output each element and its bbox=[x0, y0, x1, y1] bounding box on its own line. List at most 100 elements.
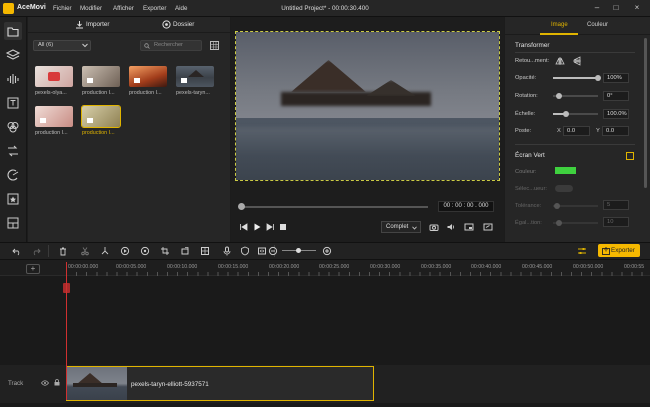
media-thumb-label: production I... bbox=[82, 130, 115, 136]
media-thumb-label: production I... bbox=[35, 130, 68, 136]
media-thumb-label: pexels-taryn... bbox=[176, 90, 210, 96]
chevron-down-icon bbox=[82, 43, 88, 48]
close-icon[interactable]: × bbox=[630, 2, 644, 14]
rotation-label: Rotation: bbox=[515, 93, 538, 99]
seekbar-handle[interactable] bbox=[238, 203, 245, 210]
record-voice-icon[interactable] bbox=[222, 246, 232, 256]
text-icon[interactable] bbox=[4, 94, 22, 112]
edge-slider-handle[interactable] bbox=[556, 220, 562, 226]
tab-color[interactable]: Couleur bbox=[587, 22, 608, 28]
scale-input[interactable]: 100.0% bbox=[603, 109, 629, 119]
templates-icon[interactable] bbox=[4, 214, 22, 232]
media-tabs bbox=[28, 17, 230, 33]
pos-x-input[interactable]: 0.0 bbox=[563, 126, 590, 136]
settings-sliders-icon[interactable] bbox=[577, 246, 587, 256]
import-button[interactable]: Importer bbox=[86, 18, 109, 31]
properties-scrollbar[interactable] bbox=[644, 38, 647, 188]
rotation-input[interactable]: 0° bbox=[603, 91, 629, 101]
color-picker-toggle[interactable] bbox=[555, 185, 573, 192]
video-preview[interactable] bbox=[235, 31, 500, 181]
video-icon bbox=[87, 118, 93, 123]
edge-input[interactable]: 10 bbox=[603, 217, 629, 227]
lock-icon[interactable] bbox=[54, 379, 60, 386]
stickers-icon[interactable] bbox=[4, 190, 22, 208]
ruler-tick-label: 00:00:00.000 bbox=[68, 264, 99, 270]
zoom-slider-handle[interactable] bbox=[296, 248, 301, 253]
minimize-icon[interactable]: – bbox=[590, 2, 604, 14]
split-icon[interactable] bbox=[100, 246, 110, 256]
prev-frame-icon[interactable] bbox=[239, 222, 249, 232]
pip-icon[interactable] bbox=[464, 222, 474, 232]
volume-icon[interactable] bbox=[446, 222, 456, 232]
position-label: Poste: bbox=[515, 128, 532, 134]
folder-button[interactable]: Dossier bbox=[173, 18, 194, 31]
grid-view-icon[interactable] bbox=[210, 41, 219, 50]
pos-y-input[interactable]: 0.0 bbox=[602, 126, 629, 136]
preview-seekbar[interactable] bbox=[240, 206, 428, 208]
layers-icon[interactable] bbox=[4, 46, 22, 64]
cut-icon[interactable] bbox=[80, 246, 90, 256]
shield-icon[interactable] bbox=[240, 246, 250, 256]
flip-vertical-icon[interactable] bbox=[572, 56, 582, 66]
mosaic-icon[interactable] bbox=[200, 246, 210, 256]
snapshot-icon[interactable] bbox=[429, 222, 439, 232]
crop-icon[interactable] bbox=[160, 246, 170, 256]
clip-name: pexels-taryn-elliott-5937571 bbox=[131, 381, 209, 388]
media-thumb-selected[interactable] bbox=[81, 105, 121, 128]
effects-icon[interactable] bbox=[4, 166, 22, 184]
playhead-handle[interactable] bbox=[63, 283, 70, 293]
tolerance-slider-handle[interactable] bbox=[554, 203, 560, 209]
search-placeholder: Rechercher bbox=[154, 42, 183, 48]
media-thumb[interactable] bbox=[35, 66, 73, 87]
media-folder-icon[interactable] bbox=[4, 22, 22, 40]
green-screen-checkbox[interactable] bbox=[626, 152, 634, 160]
media-thumb[interactable] bbox=[35, 106, 73, 127]
media-thumb-label: production I... bbox=[129, 90, 162, 96]
chevron-down-icon bbox=[412, 226, 417, 230]
opacity-input[interactable]: 100% bbox=[603, 73, 629, 83]
next-frame-icon[interactable] bbox=[265, 222, 275, 232]
eye-icon[interactable] bbox=[41, 380, 49, 386]
delete-icon[interactable] bbox=[58, 246, 68, 256]
ruler-tick-label: 00:00:40.000 bbox=[471, 264, 502, 270]
detach-audio-icon[interactable] bbox=[257, 246, 267, 256]
opacity-label: Opacité: bbox=[515, 75, 537, 81]
search-icon bbox=[144, 43, 150, 49]
ruler-tick-label: 00:00:45.000 bbox=[522, 264, 553, 270]
window-title: Untitled Project* - 00:00:30.400 bbox=[281, 5, 369, 12]
media-thumb[interactable] bbox=[82, 66, 120, 87]
opacity-slider[interactable] bbox=[553, 77, 598, 79]
ruler-tick-label: 00:00:55 bbox=[624, 264, 645, 270]
add-track-icon[interactable]: + bbox=[26, 264, 40, 274]
maximize-icon[interactable]: □ bbox=[609, 2, 623, 14]
key-color-swatch[interactable] bbox=[555, 167, 576, 174]
stop-icon[interactable] bbox=[278, 222, 288, 232]
import-icon[interactable] bbox=[75, 20, 84, 29]
redo-icon[interactable] bbox=[31, 246, 41, 256]
fullscreen-icon[interactable] bbox=[483, 222, 493, 232]
scale-slider-handle[interactable] bbox=[563, 111, 569, 117]
tolerance-input[interactable]: 5 bbox=[603, 200, 629, 210]
tab-image[interactable]: Image bbox=[551, 22, 568, 28]
track-label: Track bbox=[8, 380, 24, 387]
flip-horizontal-icon[interactable] bbox=[555, 56, 565, 66]
transitions-icon[interactable] bbox=[4, 142, 22, 160]
rotate-icon[interactable] bbox=[180, 246, 190, 256]
scale-slider[interactable] bbox=[553, 113, 598, 115]
timeline-clip[interactable]: pexels-taryn-elliott-5937571 bbox=[66, 366, 374, 401]
zoom-out-icon[interactable] bbox=[268, 246, 278, 256]
folder-icon[interactable] bbox=[162, 20, 171, 29]
media-thumb[interactable] bbox=[129, 66, 167, 87]
marker-icon[interactable] bbox=[140, 246, 150, 256]
zoom-in-icon[interactable] bbox=[322, 246, 332, 256]
speed-icon[interactable] bbox=[120, 246, 130, 256]
divider bbox=[515, 52, 635, 53]
play-icon[interactable] bbox=[252, 222, 262, 232]
opacity-slider-handle[interactable] bbox=[595, 75, 601, 81]
media-thumb[interactable] bbox=[176, 66, 214, 87]
filters-icon[interactable] bbox=[4, 118, 22, 136]
rotation-slider-handle[interactable] bbox=[556, 93, 562, 99]
audio-icon[interactable] bbox=[4, 70, 22, 88]
video-icon bbox=[87, 78, 93, 83]
undo-icon[interactable] bbox=[12, 246, 22, 256]
